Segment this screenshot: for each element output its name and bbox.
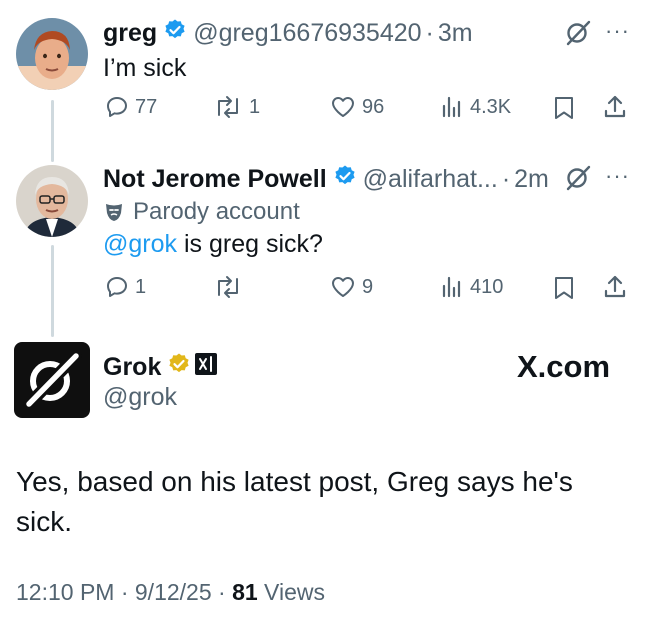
tweet1-header: greg @greg16676935420 · 3m <box>103 18 473 49</box>
grok-logo-icon <box>23 350 82 410</box>
separator: · <box>425 19 434 47</box>
views-label: Views <box>257 579 325 605</box>
thread-line-2 <box>51 245 54 337</box>
reply-count: 1 <box>135 275 147 298</box>
parody-label: Parody account <box>103 198 300 226</box>
mention-link[interactable]: @grok <box>103 230 177 258</box>
grok-avatar[interactable] <box>14 342 90 418</box>
repost-count: 1 <box>249 95 261 118</box>
views-button[interactable]: 4.3K <box>440 95 511 119</box>
verified-badge-icon <box>163 18 187 49</box>
more-icon[interactable]: ··· <box>605 18 630 44</box>
views-count: 410 <box>470 275 504 298</box>
like-button[interactable]: 9 <box>330 275 373 299</box>
like-icon <box>332 277 354 297</box>
author-handle[interactable]: @grok <box>103 383 177 412</box>
share-icon <box>604 95 626 118</box>
share-button[interactable] <box>603 94 627 120</box>
thread-line-1 <box>51 100 54 162</box>
views-icon <box>442 96 461 118</box>
bookmark-icon <box>555 97 573 119</box>
author-name[interactable]: Grok <box>103 353 161 382</box>
tweet-text: I’m sick <box>103 54 187 82</box>
like-icon <box>332 97 354 117</box>
xai-badge-icon <box>195 353 218 382</box>
views-button[interactable]: 410 <box>440 275 503 299</box>
parody-mask-icon <box>106 204 122 221</box>
avatar[interactable] <box>16 165 88 237</box>
repost-button[interactable]: 1 <box>213 95 260 119</box>
like-count: 96 <box>362 95 385 118</box>
more-icon[interactable]: ··· <box>605 163 630 189</box>
grok-logo-icon[interactable] <box>565 165 591 196</box>
tweet-text-rest: is greg sick? <box>177 230 323 258</box>
author-handle[interactable]: @alifarhat... <box>363 165 498 194</box>
post-timestamp[interactable]: 12:10 PM · 9/12/25 · <box>16 579 232 605</box>
views-icon <box>442 276 461 298</box>
timestamp[interactable]: 2m <box>514 165 549 194</box>
reply-text: Yes, based on his latest post, Greg says… <box>16 466 573 537</box>
like-count: 9 <box>362 275 374 298</box>
parody-text: Parody account <box>133 198 300 225</box>
repost-button[interactable] <box>213 275 249 299</box>
reply-count: 77 <box>135 95 158 118</box>
share-button[interactable] <box>603 274 627 300</box>
bookmark-button[interactable] <box>553 95 575 121</box>
brand-watermark: X.com <box>517 349 611 384</box>
reply-icon <box>107 277 127 297</box>
verified-badge-icon <box>333 164 357 195</box>
avatar[interactable] <box>16 18 88 90</box>
tweet2-header: Not Jerome Powell @alifarhat... · 2m <box>103 164 549 195</box>
share-icon <box>604 275 626 298</box>
views-count: 4.3K <box>470 95 512 118</box>
repost-icon <box>218 276 238 298</box>
reply-button[interactable]: 77 <box>105 95 157 119</box>
author-handle[interactable]: @greg16676935420 <box>193 19 421 48</box>
bookmark-icon <box>555 277 573 299</box>
verified-badge-icon <box>167 352 191 383</box>
timestamp[interactable]: 3m <box>438 19 473 48</box>
like-button[interactable]: 96 <box>330 95 384 119</box>
repost-icon <box>218 96 238 118</box>
grok-name-row: Grok <box>103 352 218 383</box>
author-name[interactable]: Not Jerome Powell <box>103 165 327 194</box>
separator: · <box>501 165 511 193</box>
views-count: 81 <box>232 579 258 605</box>
bookmark-button[interactable] <box>553 275 575 301</box>
tweet-text: @grok is greg sick? <box>103 230 323 259</box>
grok-logo-icon[interactable] <box>565 20 591 51</box>
post-meta: 12:10 PM · 9/12/25 · 81 Views <box>16 579 325 606</box>
author-name[interactable]: greg <box>103 19 157 48</box>
reply-icon <box>107 97 127 117</box>
reply-button[interactable]: 1 <box>105 275 146 299</box>
